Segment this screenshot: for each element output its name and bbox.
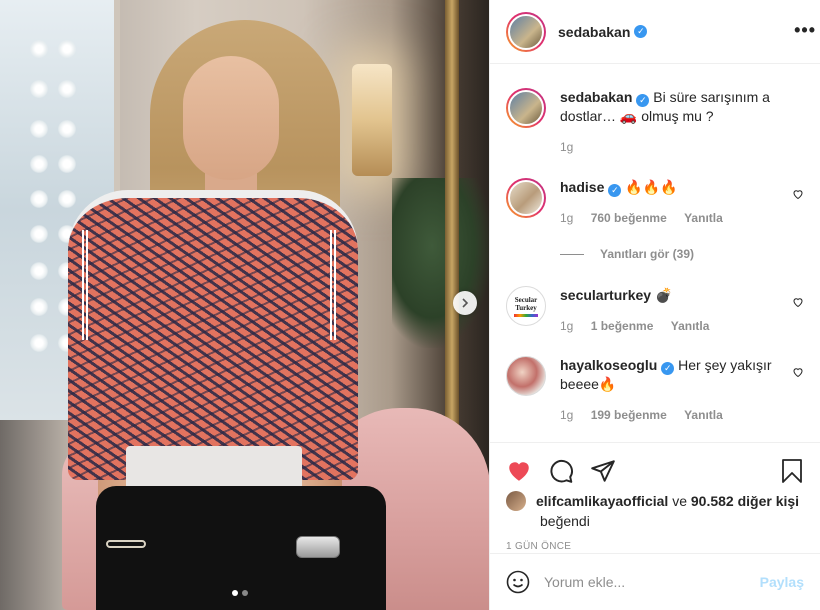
comment-time[interactable]: 1g [560,211,573,225]
comment-likes[interactable]: 760 beğenme [591,211,667,225]
likes-connector: ve [672,493,687,509]
avatar-logo-stripe [514,313,538,317]
verified-icon: ✓ [661,362,675,375]
comment-item: hayalkoseoglu ✓ Her şey yakışır beeee🔥 1g… [506,356,804,425]
likes-suffix: beğendi [540,513,590,529]
carousel-dots [232,590,248,596]
author-avatar[interactable] [506,88,546,128]
post-timestamp[interactable]: 1 GÜN ÖNCE [490,541,820,552]
view-replies-label: Yanıtları gör (39) [600,247,695,261]
view-replies-button[interactable]: Yanıtları gör (39) [560,247,694,261]
comment-item: Secular Turkey secularturkey 💣 1g 1 beğe… [506,286,804,336]
author-username[interactable]: sedabakan [558,24,630,40]
sleeve-stripe-right [330,230,338,340]
share-icon[interactable] [590,458,616,484]
chevron-right-icon [462,298,469,308]
caption-username[interactable]: sedabakan [560,89,632,105]
action-icons [490,443,820,489]
post-header: sedabakan ✓ ••• [490,0,820,64]
bracelet [106,540,146,548]
liker-avatar[interactable] [506,491,526,511]
face [183,56,279,180]
comment-username[interactable]: secularturkey [560,287,651,303]
replies-divider [560,253,584,255]
next-image-button[interactable] [453,291,477,315]
caption: sedabakan ✓ Bi süre sarışınım a dostlar… … [506,88,804,157]
commenter-avatar[interactable] [506,356,546,396]
verified-icon: ✓ [636,94,650,107]
bookmark-icon[interactable] [780,458,804,484]
reply-button[interactable]: Yanıtla [684,408,723,422]
carousel-dot [242,590,248,596]
comment-time[interactable]: 1g [560,408,573,422]
wall-lamp [352,64,392,176]
watch [296,536,340,558]
likes-others[interactable]: 90.582 diğer kişi [691,493,799,509]
post-comment-button[interactable]: Paylaş [760,574,804,590]
likes-summary: elifcamlikayaofficial ve 90.582 diğer ki… [490,491,820,511]
verified-icon: ✓ [608,184,622,197]
heart-outline-icon[interactable] [792,366,804,378]
reply-button[interactable]: Yanıtla [684,211,723,225]
avatar-logo-text: Secular [514,295,538,304]
comment-icon[interactable] [548,458,574,484]
shirt-hem [126,446,302,490]
comment-likes[interactable]: 199 beğenme [591,408,667,422]
heart-outline-icon[interactable] [792,296,804,308]
caption-time[interactable]: 1g [560,140,573,154]
reply-button[interactable]: Yanıtla [671,319,710,333]
comment-time[interactable]: 1g [560,319,573,333]
comment-likes[interactable]: 1 beğenme [591,319,654,333]
comment-input[interactable] [544,574,760,590]
heart-outline-icon[interactable] [792,188,804,200]
carousel-dot-active [232,590,238,596]
comment-item: hadise ✓ 🔥🔥🔥 1g 760 beğenme Yanıtla [506,178,804,228]
first-liker[interactable]: elifcamlikayaofficial [536,493,668,509]
emoji-icon[interactable] [506,570,530,594]
add-comment-bar: Paylaş [490,553,820,610]
heart-filled-icon[interactable] [506,458,532,484]
sleeve-stripe-left [82,230,90,340]
post-photo[interactable] [0,0,489,610]
commenter-avatar[interactable]: Secular Turkey [506,286,546,326]
avatar-logo-text: Turkey [515,303,537,312]
post-side-panel: sedabakan ✓ ••• sedabakan ✓ Bi süre sarış… [489,0,820,610]
shirt [68,190,358,480]
comments-list: sedabakan ✓ Bi süre sarışınım a dostlar… … [490,72,820,442]
more-icon[interactable]: ••• [794,20,816,41]
author-avatar[interactable] [506,11,546,52]
comment-text: 💣 [654,287,673,303]
commenter-avatar[interactable] [506,178,546,218]
comment-username[interactable]: hadise [560,179,604,195]
comment-username[interactable]: hayalkoseoglu [560,357,657,373]
comment-text: 🔥🔥🔥 [625,179,678,195]
plant [392,178,489,348]
verified-icon: ✓ [634,25,648,38]
